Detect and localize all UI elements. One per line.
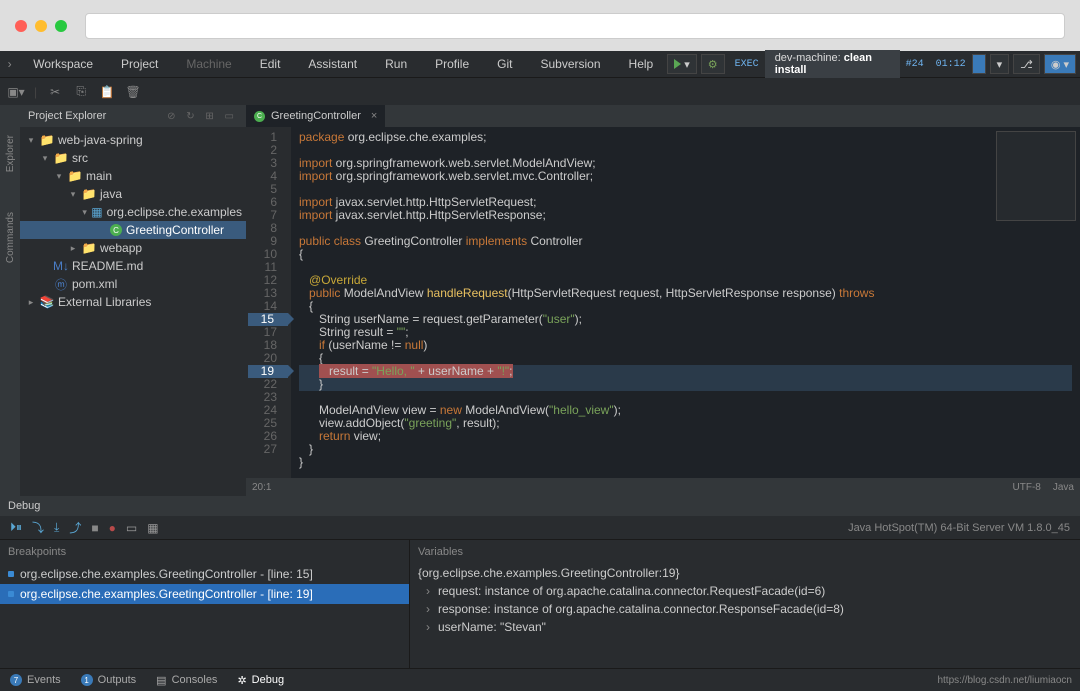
gutter[interactable]: 1234567891011121314151617181920212223242… bbox=[246, 127, 291, 478]
menu-profile[interactable]: Profile bbox=[421, 57, 483, 71]
eval-icon[interactable]: ▦ bbox=[147, 521, 158, 535]
tree-node[interactable]: ▾▦org.eclipse.che.examples bbox=[20, 203, 246, 221]
settings-icon[interactable]: ◉ ▾ bbox=[1044, 54, 1076, 74]
debug-header[interactable]: Debug bbox=[0, 496, 1080, 516]
close-window-icon[interactable] bbox=[15, 20, 27, 32]
variable-item[interactable]: request: instance of org.apache.catalina… bbox=[410, 582, 1080, 600]
explorer-header: Project Explorer ⊘ ↻ ⊞ ▭ bbox=[20, 105, 246, 127]
menu-project[interactable]: Project bbox=[107, 57, 172, 71]
side-rail: Explorer Commands bbox=[0, 105, 20, 496]
toolbar: ▣▾ | ✂ ⎘ 📋 🗑 bbox=[0, 77, 1080, 105]
minimize-window-icon[interactable] bbox=[35, 20, 47, 32]
menu-git[interactable]: Git bbox=[483, 57, 526, 71]
tree-node[interactable]: ▸📁webapp bbox=[20, 239, 246, 257]
run-time: 01:12 bbox=[930, 59, 972, 70]
frame-icon[interactable]: ▭ bbox=[126, 521, 137, 535]
variables-header: Variables bbox=[410, 540, 1080, 564]
stop-icon[interactable]: ■ bbox=[91, 521, 98, 535]
step-over-icon[interactable]: ⤵ bbox=[32, 519, 44, 536]
tree-node[interactable]: ▸📚External Libraries bbox=[20, 293, 246, 311]
tree-node[interactable]: ▾📁java bbox=[20, 185, 246, 203]
record-icon[interactable]: ● bbox=[109, 521, 116, 535]
rail-commands[interactable]: Commands bbox=[5, 212, 16, 263]
menu-edit[interactable]: Edit bbox=[246, 57, 295, 71]
variables-scope: {org.eclipse.che.examples.GreetingContro… bbox=[410, 564, 1080, 582]
tab-greetingcontroller[interactable]: C GreetingController × bbox=[246, 105, 385, 127]
editor-statusbar: 20:1 UTF-8 Java bbox=[246, 478, 1080, 496]
menu-workspace[interactable]: Workspace bbox=[19, 57, 107, 71]
step-out-icon[interactable]: ⤴ bbox=[69, 519, 81, 536]
breakpoints-header: Breakpoints bbox=[0, 540, 409, 564]
menu-subversion[interactable]: Subversion bbox=[526, 57, 614, 71]
outputs-tab[interactable]: 1Outputs bbox=[81, 674, 137, 686]
bug-icon: ✲ bbox=[237, 674, 246, 687]
copy-icon[interactable]: ⎘ bbox=[73, 84, 89, 100]
panel-controls[interactable]: ⊘ ↻ ⊞ ▭ bbox=[167, 111, 238, 122]
minimap[interactable] bbox=[996, 131, 1076, 221]
maximize-window-icon[interactable] bbox=[55, 20, 67, 32]
step-into-icon[interactable]: ⤓ bbox=[54, 520, 59, 535]
dropdown-icon[interactable]: ▾ bbox=[990, 54, 1010, 74]
editor-tabs: C GreetingController × bbox=[246, 105, 1080, 127]
breakpoint-item[interactable]: org.eclipse.che.examples.GreetingControl… bbox=[0, 564, 409, 584]
menu-run[interactable]: Run bbox=[371, 57, 421, 71]
git-icon[interactable]: ⎇ bbox=[1013, 54, 1040, 74]
run-counter: #24 bbox=[900, 59, 930, 70]
variable-item[interactable]: userName: "Stevan" bbox=[410, 618, 1080, 636]
url-bar[interactable] bbox=[85, 13, 1065, 39]
main-menu: › WorkspaceProjectMachineEditAssistantRu… bbox=[0, 51, 1080, 77]
close-tab-icon[interactable]: × bbox=[371, 110, 377, 122]
new-icon[interactable]: ▣▾ bbox=[8, 84, 24, 100]
machine-command[interactable]: dev-machine: clean install bbox=[765, 50, 900, 78]
rail-explorer[interactable]: Explorer bbox=[5, 135, 16, 172]
variable-item[interactable]: response: instance of org.apache.catalin… bbox=[410, 600, 1080, 618]
vm-info: Java HotSpot(TM) 64-Bit Server VM 1.8.0_… bbox=[848, 522, 1070, 534]
debug-button[interactable]: ⚙ bbox=[701, 54, 725, 74]
menu-assistant[interactable]: Assistant bbox=[294, 57, 371, 71]
tree-node[interactable]: M↓README.md bbox=[20, 257, 246, 275]
editor-area: C GreetingController × 12345678910111213… bbox=[246, 105, 1080, 496]
tree-node[interactable]: CGreetingController bbox=[20, 221, 246, 239]
watermark: https://blog.csdn.net/liumiaocn bbox=[937, 675, 1072, 686]
run-button[interactable]: ▾ bbox=[667, 54, 697, 74]
exec-label: EXEC bbox=[729, 59, 765, 70]
debug-toolbar: ⏵⏸ ⤵ ⤓ ⤴ ■ ● ▭ ▦ Java HotSpot(TM) 64-Bit… bbox=[0, 516, 1080, 540]
language: Java bbox=[1053, 482, 1074, 493]
tree-node[interactable]: ▾📁main bbox=[20, 167, 246, 185]
file-tree[interactable]: ▾📁web-java-spring▾📁src▾📁main▾📁java▾▦org.… bbox=[20, 127, 246, 496]
class-icon: C bbox=[254, 111, 265, 122]
code-editor[interactable]: 1234567891011121314151617181920212223242… bbox=[246, 127, 1080, 478]
breakpoint-item[interactable]: org.eclipse.che.examples.GreetingControl… bbox=[0, 584, 409, 604]
variables-column: Variables {org.eclipse.che.examples.Gree… bbox=[410, 540, 1080, 668]
project-explorer: Project Explorer ⊘ ↻ ⊞ ▭ ▾📁web-java-spri… bbox=[20, 105, 246, 496]
bottom-bar: 7Events 1Outputs ▤Consoles ✲Debug bbox=[0, 668, 1080, 691]
window-titlebar bbox=[0, 0, 1080, 51]
paste-icon[interactable]: 📋 bbox=[99, 84, 115, 100]
consoles-tab[interactable]: ▤Consoles bbox=[156, 674, 217, 687]
console-icon: ▤ bbox=[156, 674, 166, 687]
tree-node[interactable]: ▾📁web-java-spring bbox=[20, 131, 246, 149]
breakpoints-column: Breakpoints org.eclipse.che.examples.Gre… bbox=[0, 540, 410, 668]
menu-machine[interactable]: Machine bbox=[172, 57, 245, 71]
debug-panel: Debug ⏵⏸ ⤵ ⤓ ⤴ ■ ● ▭ ▦ Java HotSpot(TM) … bbox=[0, 496, 1080, 668]
source-code[interactable]: package org.eclipse.che.examples;import … bbox=[291, 127, 1080, 478]
resume-icon[interactable]: ⏵⏸ bbox=[10, 520, 22, 535]
progress-indicator[interactable] bbox=[972, 54, 986, 74]
cursor-position: 20:1 bbox=[252, 482, 271, 493]
encoding: UTF-8 bbox=[1013, 482, 1041, 493]
tree-node[interactable]: ⓜpom.xml bbox=[20, 275, 246, 293]
events-tab[interactable]: 7Events bbox=[10, 674, 61, 686]
tree-node[interactable]: ▾📁src bbox=[20, 149, 246, 167]
cut-icon[interactable]: ✂ bbox=[47, 84, 63, 100]
delete-icon[interactable]: 🗑 bbox=[125, 84, 141, 100]
debug-tab[interactable]: ✲Debug bbox=[237, 674, 284, 687]
back-icon[interactable]: › bbox=[0, 57, 19, 71]
menu-help[interactable]: Help bbox=[615, 57, 668, 71]
